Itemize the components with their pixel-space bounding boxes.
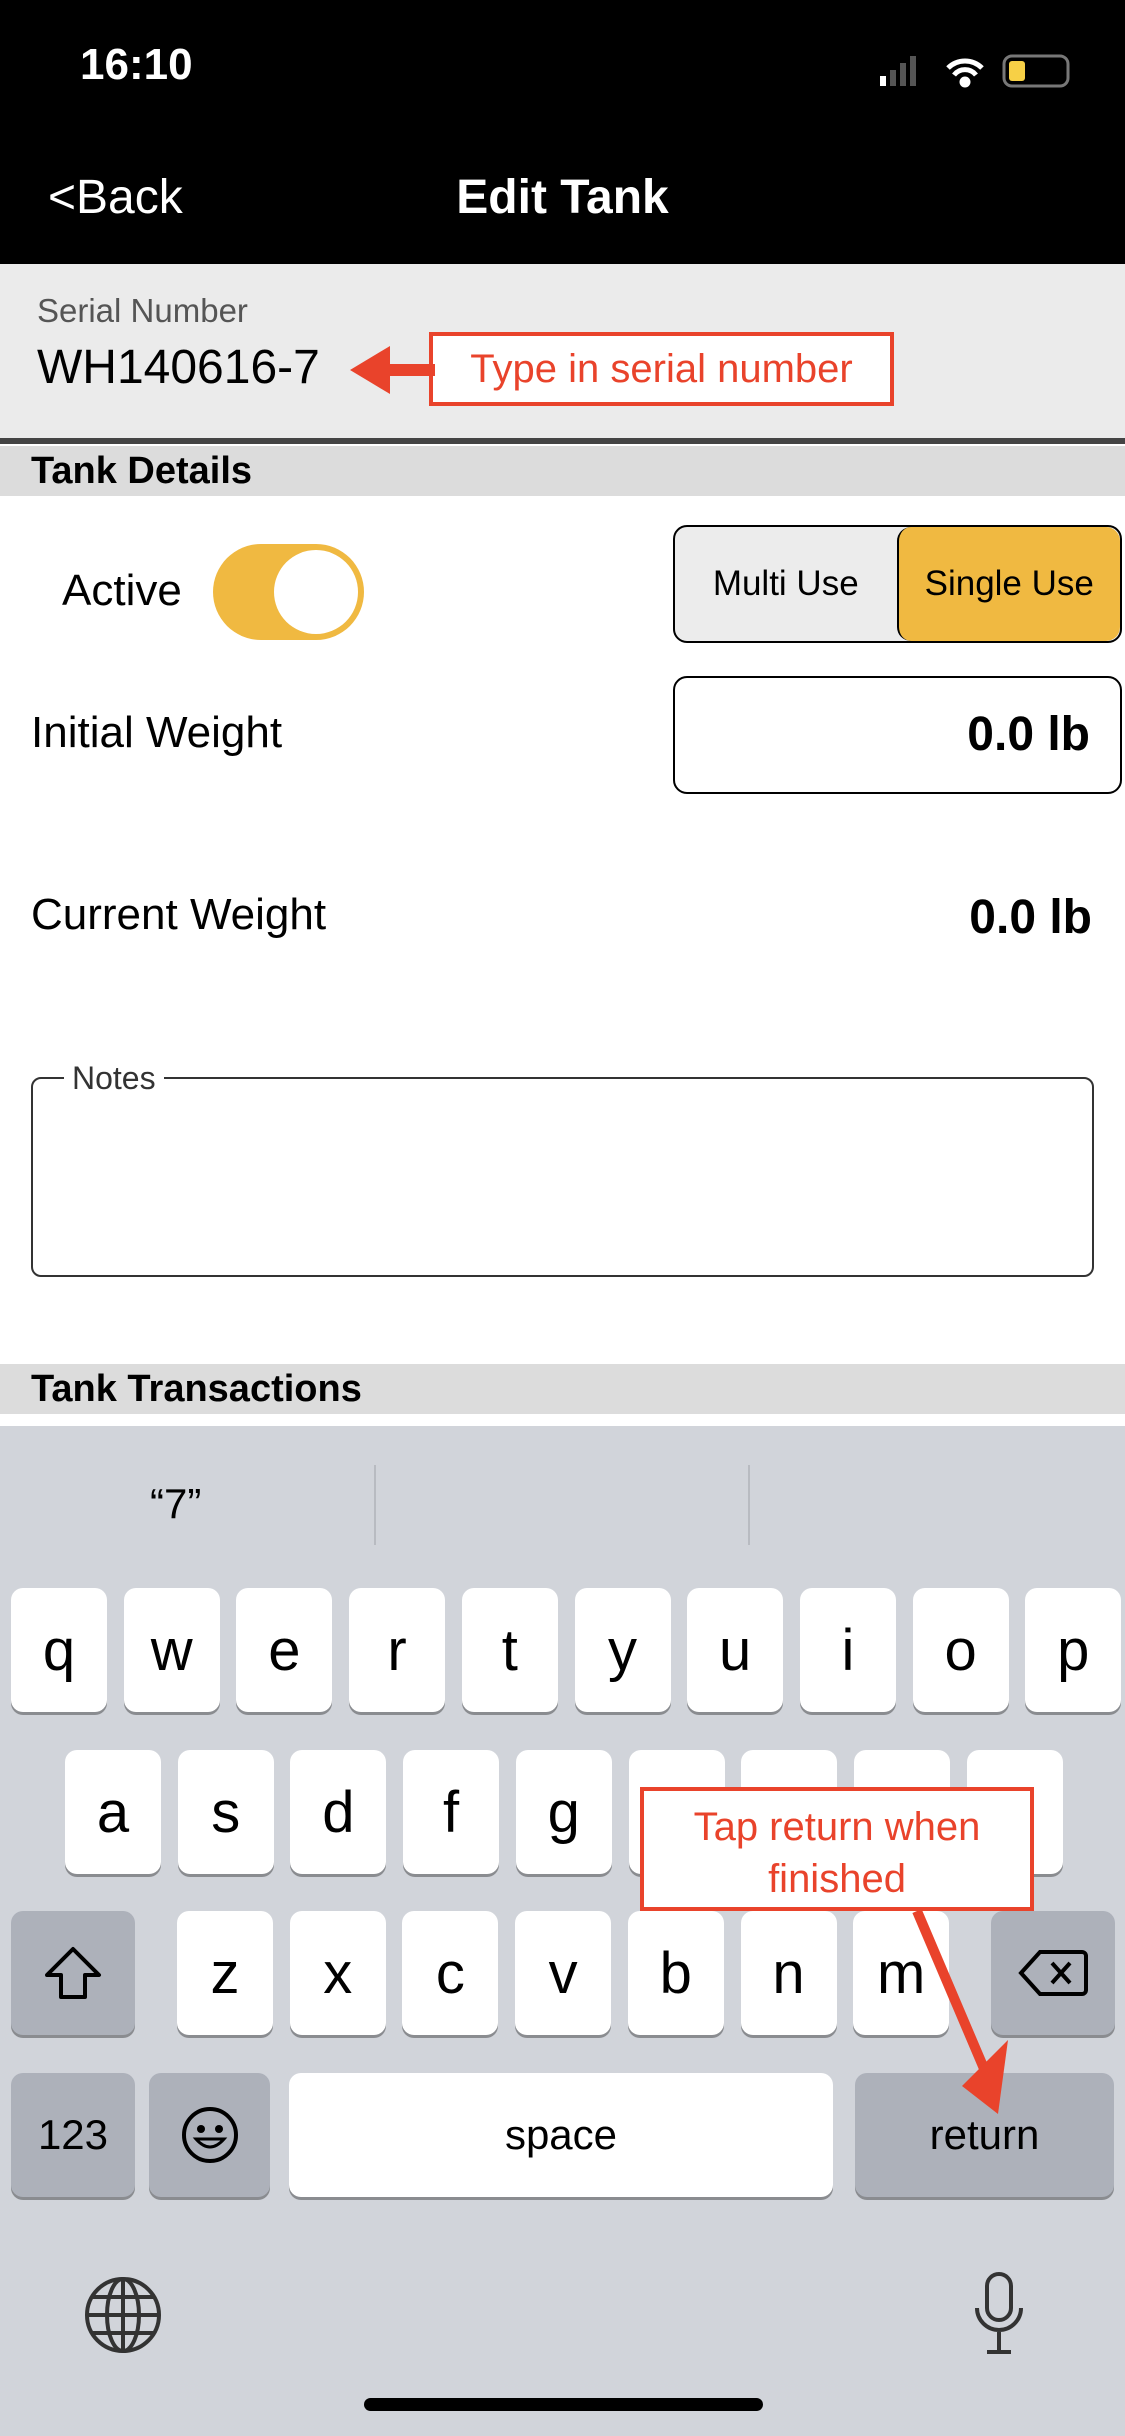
multi-use-option[interactable]: Multi Use — [675, 527, 897, 641]
section-tank-details: Tank Details — [0, 446, 1125, 496]
status-icons — [880, 54, 1070, 88]
single-use-option[interactable]: Single Use — [896, 527, 1120, 641]
key-z[interactable]: z — [177, 1911, 273, 2035]
active-toggle[interactable] — [213, 544, 364, 640]
shift-icon — [45, 1947, 101, 1999]
status-time: 16:10 — [80, 40, 193, 89]
suggestion[interactable]: “7” — [150, 1480, 201, 1528]
key-s[interactable]: s — [177, 1750, 274, 1874]
battery-icon — [1002, 54, 1070, 88]
key-e[interactable]: e — [236, 1588, 333, 1712]
key-c[interactable]: c — [402, 1911, 499, 2035]
shift-key[interactable] — [11, 1911, 135, 2035]
numbers-key[interactable]: 123 — [11, 2073, 135, 2197]
section-tank-transactions: Tank Transactions — [0, 1364, 1125, 1414]
microphone-icon[interactable] — [969, 2270, 1029, 2360]
annotation-serial: Type in serial number — [429, 332, 894, 406]
key-v[interactable]: v — [515, 1911, 612, 2035]
initial-weight-label: Initial Weight — [31, 708, 283, 757]
key-y[interactable]: y — [574, 1588, 671, 1712]
key-t[interactable]: t — [461, 1588, 558, 1712]
emoji-key[interactable] — [149, 2073, 270, 2197]
key-q[interactable]: q — [11, 1588, 107, 1712]
initial-weight-input[interactable]: 0.0 lb — [673, 676, 1122, 794]
key-g[interactable]: g — [515, 1750, 612, 1874]
key-w[interactable]: w — [123, 1588, 220, 1712]
suggestion-divider — [748, 1465, 750, 1545]
page-title: Edit Tank — [456, 171, 669, 224]
key-a[interactable]: a — [65, 1750, 161, 1874]
annotation-arrow-down — [912, 1909, 1008, 2114]
signal-icon — [880, 56, 916, 86]
key-u[interactable]: u — [687, 1588, 784, 1712]
current-weight-value: 0.0 lb — [969, 891, 1092, 944]
key-b[interactable]: b — [627, 1911, 724, 2035]
active-label: Active — [62, 566, 182, 615]
key-p[interactable]: p — [1025, 1588, 1122, 1712]
globe-icon[interactable] — [83, 2275, 163, 2355]
key-x[interactable]: x — [289, 1911, 386, 2035]
home-indicator[interactable] — [364, 2398, 763, 2411]
key-n[interactable]: n — [740, 1911, 837, 2035]
key-r[interactable]: r — [349, 1588, 446, 1712]
key-f[interactable]: f — [403, 1750, 500, 1874]
serial-label: Serial Number — [37, 292, 248, 329]
current-weight-label: Current Weight — [31, 890, 327, 939]
key-d[interactable]: d — [290, 1750, 387, 1874]
emoji-icon — [181, 2107, 238, 2163]
key-i[interactable]: i — [799, 1588, 896, 1712]
serial-number-input[interactable]: WH140616-7 — [37, 340, 320, 395]
space-key[interactable]: space — [289, 2073, 833, 2197]
toggle-knob — [274, 550, 358, 634]
wifi-icon — [946, 58, 984, 88]
key-o[interactable]: o — [912, 1588, 1009, 1712]
annotation-arrow-left — [350, 346, 435, 394]
notes-input[interactable] — [31, 1077, 1094, 1277]
notes-label: Notes — [64, 1060, 164, 1097]
annotation-return: Tap return when finished — [640, 1787, 1034, 1911]
suggestion-divider — [374, 1465, 376, 1545]
divider — [0, 438, 1125, 444]
use-type-segmented: Multi Use Single Use — [673, 525, 1122, 643]
